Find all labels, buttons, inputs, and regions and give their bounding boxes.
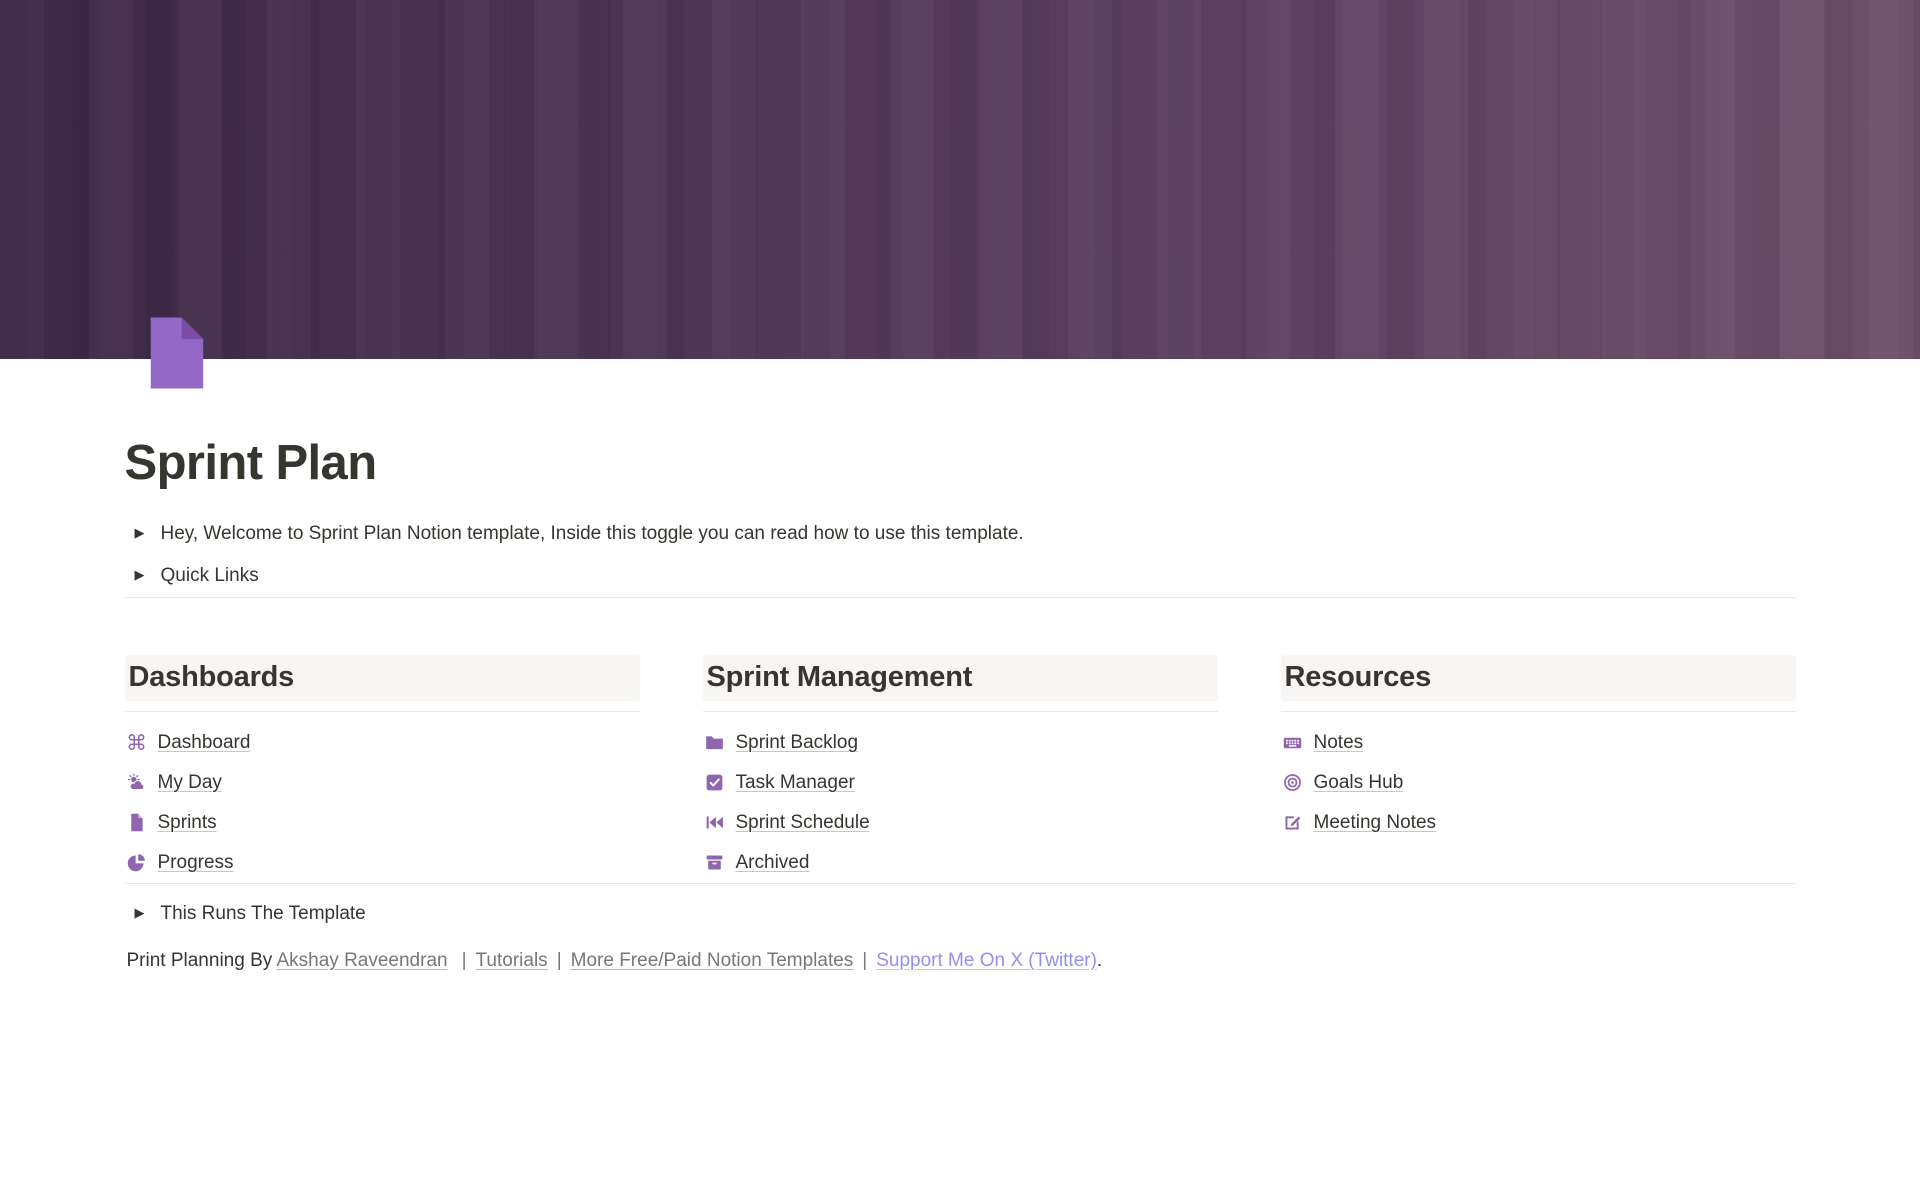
page-link-label: Task Manager [736, 770, 855, 796]
page-icon [126, 812, 148, 834]
sun-cloud-icon [126, 772, 148, 794]
folder-icon [704, 732, 726, 754]
divider [1281, 711, 1796, 712]
footer-templates-link[interactable]: More Free/Paid Notion Templates [571, 950, 854, 971]
heading-dashboards: Dashboards [125, 655, 640, 701]
toggle-triangle-icon[interactable]: ▶ [127, 563, 153, 589]
page-link-task-manager[interactable]: Task Manager [703, 763, 1218, 803]
heading-sprint-management: Sprint Management [703, 655, 1218, 701]
column-resources: Resources [1281, 655, 1796, 883]
pie-chart-icon [126, 852, 148, 874]
heading-dashboards-label: Dashboards [129, 661, 295, 694]
toggle-triangle-icon[interactable]: ▶ [127, 901, 153, 927]
footer-author-link[interactable]: Akshay Raveendran [276, 950, 447, 971]
column-sprint-management: Sprint Management Sprint Backlog [703, 655, 1218, 883]
footer-suffix: . [1097, 950, 1102, 971]
link-columns: Dashboards ⌘ Dashboard My Day [125, 655, 1796, 883]
rewind-icon [704, 812, 726, 834]
page-link-label: Dashboard [158, 730, 251, 756]
page-link-meeting-notes[interactable]: Meeting Notes [1281, 803, 1796, 843]
page-link-label: Goals Hub [1314, 770, 1404, 796]
footer-support-link[interactable]: Support Me On X (Twitter) [876, 950, 1097, 971]
footer-credits: Print Planning By Akshay Raveendran | Tuto… [125, 947, 1796, 975]
footer-tutorials-link[interactable]: Tutorials [476, 950, 548, 971]
page-link-label: Meeting Notes [1314, 810, 1437, 836]
cover-image [0, 0, 1920, 359]
notion-page: Sprint Plan ▶ Hey, Welcome to Sprint Pla… [0, 0, 1920, 1199]
page-link-label: Sprint Schedule [736, 810, 870, 836]
column-dashboards: Dashboards ⌘ Dashboard My Day [125, 655, 640, 883]
command-icon: ⌘ [126, 732, 148, 754]
page-title[interactable]: Sprint Plan [125, 434, 1796, 493]
page-link-notes[interactable]: Notes [1281, 723, 1796, 763]
checkbox-icon [704, 772, 726, 794]
page-link-label: Sprints [158, 810, 217, 836]
page-link-archived[interactable]: Archived [703, 843, 1218, 883]
heading-resources-label: Resources [1285, 661, 1432, 694]
page-link-sprints[interactable]: Sprints [125, 803, 640, 843]
heading-sprint-management-label: Sprint Management [707, 661, 973, 694]
page-content: Sprint Plan ▶ Hey, Welcome to Sprint Pla… [125, 316, 1796, 975]
toggle-runs-template[interactable]: ▶ This Runs The Template [125, 893, 1796, 935]
target-icon [1282, 772, 1304, 794]
page-link-dashboard[interactable]: ⌘ Dashboard [125, 723, 640, 763]
divider [703, 711, 1218, 712]
divider [125, 597, 1796, 598]
toggle-runs-template-label: This Runs The Template [161, 901, 366, 927]
toggle-welcome-label: Hey, Welcome to Sprint Plan Notion templ… [161, 521, 1024, 547]
footer-separator: | [557, 950, 562, 971]
page-icon[interactable] [146, 316, 208, 390]
page-link-label: Notes [1314, 730, 1364, 756]
page-link-sprint-schedule[interactable]: Sprint Schedule [703, 803, 1218, 843]
toggle-triangle-icon[interactable]: ▶ [127, 521, 153, 547]
heading-resources: Resources [1281, 655, 1796, 701]
toggle-quick-links[interactable]: ▶ Quick Links [125, 555, 1796, 597]
page-link-label: My Day [158, 770, 222, 796]
page-link-label: Archived [736, 850, 810, 876]
divider [125, 711, 640, 712]
compose-icon [1282, 812, 1304, 834]
divider [125, 883, 1796, 884]
toggle-list: ▶ Hey, Welcome to Sprint Plan Notion tem… [125, 513, 1796, 597]
toggle-quick-links-label: Quick Links [161, 563, 259, 589]
footer-separator: | [862, 950, 867, 971]
keyboard-icon [1282, 732, 1304, 754]
footer-prefix: Print Planning By [127, 950, 273, 971]
page-link-goals-hub[interactable]: Goals Hub [1281, 763, 1796, 803]
toggle-welcome[interactable]: ▶ Hey, Welcome to Sprint Plan Notion tem… [125, 513, 1796, 555]
archive-icon [704, 852, 726, 874]
page-link-label: Progress [158, 850, 234, 876]
page-link-sprint-backlog[interactable]: Sprint Backlog [703, 723, 1218, 763]
footer-separator: | [462, 950, 467, 971]
page-link-progress[interactable]: Progress [125, 843, 640, 883]
page-link-label: Sprint Backlog [736, 730, 859, 756]
page-link-my-day[interactable]: My Day [125, 763, 640, 803]
